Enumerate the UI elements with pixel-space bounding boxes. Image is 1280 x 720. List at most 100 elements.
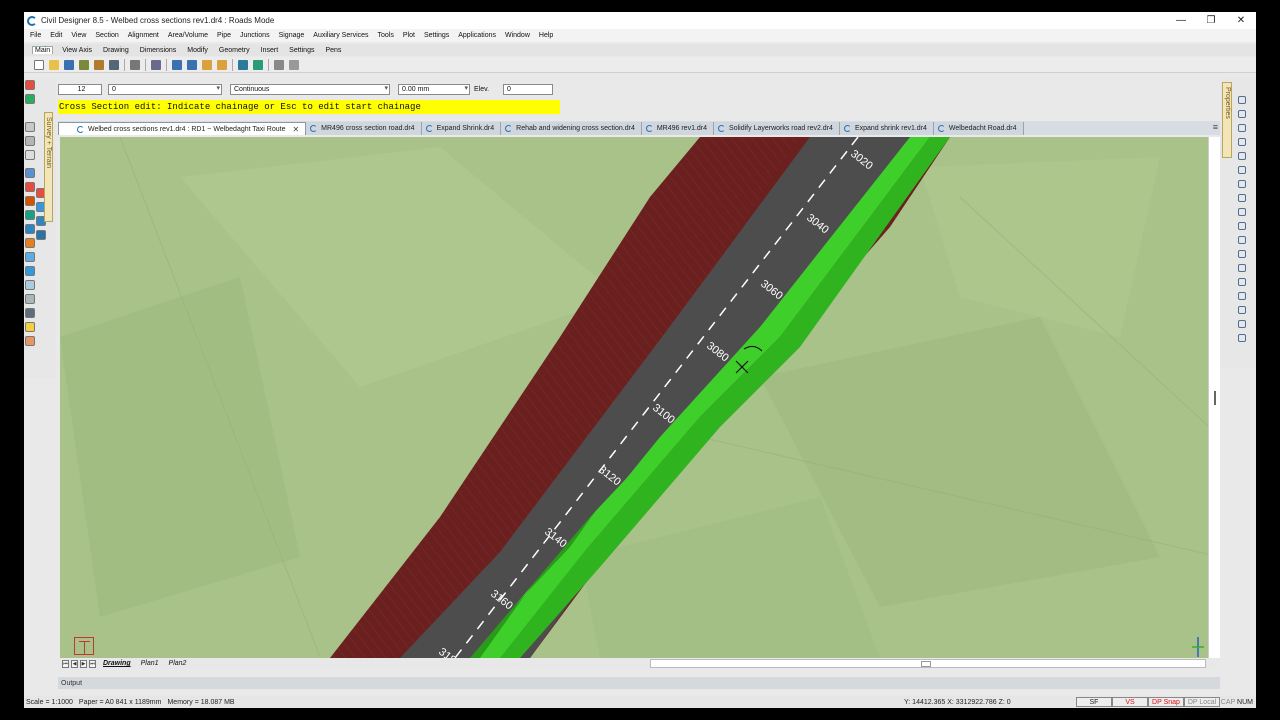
notes-tool-icon[interactable] <box>25 322 35 332</box>
sheet-tab-drawing[interactable]: Drawing <box>100 660 134 667</box>
menu-plot[interactable]: Plot <box>403 32 415 39</box>
info-tool-icon[interactable] <box>36 230 46 240</box>
sf-toggle[interactable]: SF <box>1076 697 1112 707</box>
horizontal-scroll-thumb[interactable] <box>921 661 931 667</box>
er-tool-icon[interactable] <box>25 150 35 160</box>
dimension-tool-icon[interactable] <box>1238 264 1246 272</box>
menu-auxiliary-services[interactable]: Auxiliary Services <box>313 32 368 39</box>
warning-tool-icon[interactable] <box>25 238 35 248</box>
measure-tool-icon[interactable] <box>1238 306 1246 314</box>
tab-drawing[interactable]: Drawing <box>101 47 131 54</box>
rectangle-tool-icon[interactable] <box>1238 96 1246 104</box>
warning-tool-icon[interactable] <box>25 80 35 90</box>
last-sheet-icon[interactable]: ⏭ <box>89 659 96 668</box>
tab-modify[interactable]: Modify <box>185 47 210 54</box>
next-sheet-icon[interactable]: ▶ <box>80 659 87 668</box>
offset-tool-icon[interactable] <box>1238 194 1246 202</box>
triangle-tool-icon[interactable] <box>25 122 35 132</box>
line-width-dropdown[interactable]: 0.00 mm <box>398 83 470 95</box>
rotate-tool-icon[interactable] <box>1238 222 1246 230</box>
redo-icon[interactable] <box>253 59 263 70</box>
new-file-icon[interactable] <box>34 59 44 70</box>
menu-pipe[interactable]: Pipe <box>217 32 231 39</box>
menu-alignment[interactable]: Alignment <box>128 32 159 39</box>
layer-dropdown[interactable]: 0 <box>108 83 222 95</box>
first-sheet-icon[interactable]: ⏮ <box>62 659 69 668</box>
menu-signage[interactable]: Signage <box>279 32 305 39</box>
properties-icon[interactable] <box>130 59 140 70</box>
maximize-button[interactable]: ❐ <box>1196 12 1226 29</box>
doc-tab-mr496-cross-section[interactable]: MR496 cross section road.dr4 <box>306 122 422 135</box>
vertical-scroll-thumb[interactable] <box>1214 391 1216 405</box>
save-icon[interactable] <box>64 59 74 70</box>
scale-tool-icon[interactable] <box>1238 236 1246 244</box>
close-tab-icon[interactable]: ✕ <box>292 125 299 134</box>
water-tool-icon[interactable] <box>25 252 35 262</box>
menu-applications[interactable]: Applications <box>458 32 496 39</box>
close-button[interactable]: ✕ <box>1226 12 1256 29</box>
elevation-input[interactable]: 0 <box>503 83 554 95</box>
sheet-tab-plan2[interactable]: Plan2 <box>166 660 190 667</box>
dp-snap-toggle[interactable]: DP Snap <box>1148 697 1184 707</box>
doc-tab-rehab-widening[interactable]: Rehab and widening cross section.dr4 <box>501 122 642 135</box>
tab-settings[interactable]: Settings <box>287 47 316 54</box>
arc-tool-icon[interactable] <box>1238 124 1246 132</box>
vs-toggle[interactable]: VS <box>1112 697 1148 707</box>
hatch-tool-icon[interactable] <box>1238 278 1246 286</box>
tab-main[interactable]: Main <box>32 46 54 54</box>
zoom-icon[interactable] <box>289 59 299 70</box>
copy-icon[interactable] <box>187 59 197 70</box>
doc-tab-expand-shrink[interactable]: Expand Shrink.dr4 <box>421 122 502 135</box>
vertical-scrollbar[interactable] <box>1208 137 1220 658</box>
menu-view[interactable]: View <box>71 32 86 39</box>
polyline-tool-icon[interactable] <box>1238 110 1246 118</box>
open-folder-icon[interactable] <box>49 59 59 70</box>
horizontal-scrollbar[interactable] <box>650 659 1206 668</box>
select-icon[interactable] <box>151 59 161 70</box>
prev-sheet-icon[interactable]: ◀ <box>71 659 78 668</box>
spot-height-icon[interactable] <box>25 210 35 220</box>
extend-tool-icon[interactable] <box>1238 166 1246 174</box>
doc-tab-expand-shrink-rev1[interactable]: Expand shrink rev1.dr4 <box>839 122 934 135</box>
trim-tool-icon[interactable] <box>1238 180 1246 188</box>
tab-pens[interactable]: Pens <box>323 47 343 54</box>
menu-file[interactable]: File <box>30 32 41 39</box>
grid-tool-icon[interactable] <box>25 294 35 304</box>
mirror-tool-icon[interactable] <box>1238 208 1246 216</box>
surface-tool-icon[interactable] <box>25 280 35 290</box>
boundary-tool-icon[interactable] <box>25 196 35 206</box>
menu-edit[interactable]: Edit <box>50 32 62 39</box>
sheet-tab-plan1[interactable]: Plan1 <box>138 660 162 667</box>
doc-tab-mr496-rev1[interactable]: MR496 rev1.dr4 <box>641 122 715 135</box>
tab-insert[interactable]: Insert <box>259 47 281 54</box>
contour-tool-icon[interactable] <box>25 136 35 146</box>
block-tool-icon[interactable] <box>1238 292 1246 300</box>
minimize-button[interactable]: — <box>1166 12 1196 29</box>
terrain-grid-icon[interactable] <box>25 168 35 178</box>
model-tool-icon[interactable] <box>25 224 35 234</box>
menu-section[interactable]: Section <box>95 32 118 39</box>
area-tool-icon[interactable] <box>1238 320 1246 328</box>
tab-view-axis[interactable]: View Axis <box>60 47 94 54</box>
menu-window[interactable]: Window <box>505 32 530 39</box>
doc-tab-solidify-layerworks[interactable]: Solidify Layerworks road rev2.dr4 <box>714 122 840 135</box>
text-tool-icon[interactable] <box>1238 250 1246 258</box>
linetype-dropdown[interactable]: Continuous <box>230 83 390 95</box>
print-icon[interactable] <box>94 59 104 70</box>
tab-geometry[interactable]: Geometry <box>217 47 252 54</box>
menu-area-volume[interactable]: Area/Volume <box>168 32 208 39</box>
tab-dimensions[interactable]: Dimensions <box>138 47 179 54</box>
menu-tools[interactable]: Tools <box>378 32 394 39</box>
survey-point-icon[interactable] <box>25 94 35 104</box>
save-all-icon[interactable] <box>79 59 89 70</box>
pen-number-field[interactable]: 12 <box>58 83 102 95</box>
layers-icon[interactable] <box>274 59 284 70</box>
survey-terrain-side-tab[interactable]: Survey + Terrain <box>44 112 53 222</box>
settings-tool-icon[interactable] <box>25 336 35 346</box>
circle-tool-icon[interactable] <box>1238 138 1246 146</box>
drawing-canvas[interactable]: 3020 3040 3060 3080 3100 3120 3140 3160 … <box>60 137 1220 658</box>
drain-tool-icon[interactable] <box>25 266 35 276</box>
menu-help[interactable]: Help <box>539 32 553 39</box>
report-tool-icon[interactable] <box>25 308 35 318</box>
break-line-icon[interactable] <box>25 182 35 192</box>
